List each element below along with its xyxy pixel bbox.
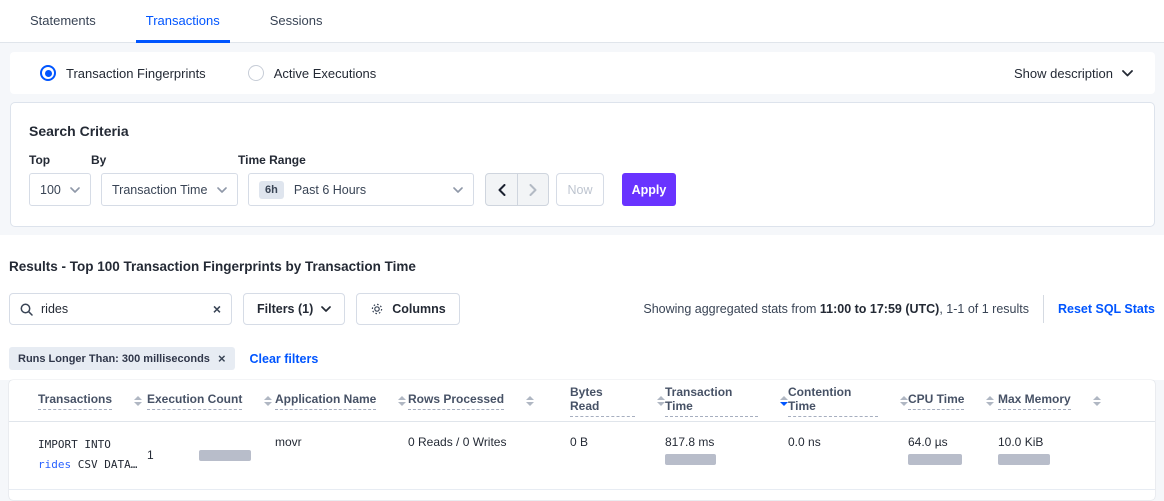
results-section: Results - Top 100 Transaction Fingerprin… xyxy=(0,235,1164,380)
chevron-down-icon xyxy=(1122,70,1133,77)
by-field: By Transaction Time xyxy=(91,153,238,206)
transaction-time-cell: 817.8 ms xyxy=(665,435,788,475)
view-toggle-group: Transaction Fingerprints Active Executio… xyxy=(40,65,418,81)
clear-filters-link[interactable]: Clear filters xyxy=(250,352,319,366)
max-memory-bar xyxy=(998,454,1050,465)
column-header-application-name[interactable]: Application Name xyxy=(275,392,408,410)
filters-band: Transaction Fingerprints Active Executio… xyxy=(0,43,1164,235)
max-memory-cell: 10.0 KiB xyxy=(998,435,1155,475)
tab-statements[interactable]: Statements xyxy=(20,0,106,43)
search-criteria-card: Search Criteria Top 100 By Transaction T… xyxy=(10,102,1155,227)
rows-processed-cell: 0 Reads / 0 Writes xyxy=(408,435,570,475)
gear-icon xyxy=(370,302,384,316)
time-step-buttons xyxy=(485,173,549,206)
filter-pill: Runs Longer Than: 300 milliseconds × xyxy=(9,347,235,370)
sort-icon[interactable] xyxy=(986,396,994,406)
transaction-time-bar xyxy=(665,454,716,465)
transaction-fingerprint-cell[interactable]: IMPORT INTO rides CSV DATA… xyxy=(38,435,147,475)
filters-button-label: Filters (1) xyxy=(257,302,313,316)
divider xyxy=(1043,295,1044,323)
top-tab-bar: Statements Transactions Sessions xyxy=(0,0,1164,43)
bytes-read-cell: 0 B xyxy=(570,435,665,475)
results-search-box[interactable]: × xyxy=(9,293,232,325)
table-header-row: Transactions Execution Count Application… xyxy=(9,380,1155,422)
time-range-select[interactable]: 6h Past 6 Hours xyxy=(248,173,474,206)
column-header-transactions[interactable]: Transactions xyxy=(38,392,147,410)
now-button[interactable]: Now xyxy=(556,173,604,206)
filters-button[interactable]: Filters (1) xyxy=(243,293,345,325)
time-range-label: Time Range xyxy=(238,153,474,167)
reset-sql-stats-link[interactable]: Reset SQL Stats xyxy=(1058,302,1155,316)
column-header-execution-count[interactable]: Execution Count xyxy=(147,392,275,410)
active-filters-row: Runs Longer Than: 300 milliseconds × Cle… xyxy=(9,347,1155,370)
previous-time-button[interactable] xyxy=(486,174,517,205)
transaction-fingerprint-link[interactable]: rides xyxy=(38,458,71,471)
table-card-footer xyxy=(9,490,1155,500)
column-header-bytes-read[interactable]: Bytes Read xyxy=(570,385,665,417)
apply-button[interactable]: Apply xyxy=(622,173,676,206)
sort-icon[interactable] xyxy=(264,396,272,406)
execution-count-bar xyxy=(199,450,251,461)
cpu-time-cell: 64.0 µs xyxy=(908,435,998,475)
sort-desc-icon[interactable] xyxy=(780,396,788,406)
execution-count-cell: 1 xyxy=(147,435,275,475)
columns-button[interactable]: Columns xyxy=(356,293,459,325)
radio-transaction-fingerprints[interactable]: Transaction Fingerprints xyxy=(40,65,206,81)
chevron-down-icon xyxy=(321,306,331,312)
results-heading: Results - Top 100 Transaction Fingerprin… xyxy=(9,259,1155,274)
column-header-rows-processed[interactable]: Rows Processed xyxy=(408,392,570,410)
results-toolbar: × Filters (1) Columns Showing aggregated… xyxy=(9,293,1155,325)
by-select-value: Transaction Time xyxy=(112,183,217,197)
radio-active-executions[interactable]: Active Executions xyxy=(248,65,377,81)
sort-icon[interactable] xyxy=(134,396,142,406)
column-header-cpu-time[interactable]: CPU Time xyxy=(908,392,998,410)
chevron-right-icon xyxy=(529,184,537,196)
tab-sessions[interactable]: Sessions xyxy=(260,0,333,43)
top-select-value: 100 xyxy=(40,183,70,197)
radio-selected-icon[interactable] xyxy=(40,65,56,81)
next-time-button[interactable] xyxy=(517,174,548,205)
radio-label: Transaction Fingerprints xyxy=(66,66,206,81)
results-table-wrap: Transactions Execution Count Application… xyxy=(0,380,1164,501)
radio-unselected-icon[interactable] xyxy=(248,65,264,81)
top-select[interactable]: 100 xyxy=(29,173,91,206)
by-select[interactable]: Transaction Time xyxy=(101,173,238,206)
by-label: By xyxy=(91,153,238,167)
columns-button-label: Columns xyxy=(392,302,445,316)
top-field: Top 100 xyxy=(29,153,91,206)
filter-pill-label: Runs Longer Than: 300 milliseconds xyxy=(18,353,210,365)
column-header-contention-time[interactable]: Contention Time xyxy=(788,385,908,417)
search-icon xyxy=(20,303,33,316)
sort-icon[interactable] xyxy=(526,396,534,406)
view-toggle-card: Transaction Fingerprints Active Executio… xyxy=(10,52,1155,94)
show-description-toggle[interactable]: Show description xyxy=(1014,66,1133,81)
sort-icon[interactable] xyxy=(1093,396,1101,406)
contention-time-cell: 0.0 ns xyxy=(788,435,908,475)
remove-filter-icon[interactable]: × xyxy=(218,352,226,365)
sort-icon[interactable] xyxy=(900,396,908,406)
sort-icon[interactable] xyxy=(398,396,406,406)
chevron-down-icon xyxy=(217,187,227,193)
aggregated-stats-text: Showing aggregated stats from 11:00 to 1… xyxy=(643,302,1029,316)
cpu-time-bar xyxy=(908,454,962,465)
column-header-transaction-time[interactable]: Transaction Time xyxy=(665,385,788,417)
tab-transactions[interactable]: Transactions xyxy=(136,0,230,43)
chevron-left-icon xyxy=(498,184,506,196)
sort-icon[interactable] xyxy=(657,396,665,406)
top-label: Top xyxy=(29,153,91,167)
chevron-down-icon xyxy=(453,187,463,193)
column-header-max-memory[interactable]: Max Memory xyxy=(998,392,1155,410)
radio-label: Active Executions xyxy=(274,66,377,81)
time-range-field: Time Range 6h Past 6 Hours xyxy=(238,153,474,206)
time-range-value: Past 6 Hours xyxy=(294,183,453,197)
search-criteria-title: Search Criteria xyxy=(29,123,1136,139)
time-range-badge: 6h xyxy=(259,181,284,199)
search-input[interactable] xyxy=(41,302,213,316)
chevron-down-icon xyxy=(70,187,80,193)
show-description-label: Show description xyxy=(1014,66,1113,81)
results-table: Transactions Execution Count Application… xyxy=(9,380,1155,500)
clear-search-icon[interactable]: × xyxy=(213,302,221,316)
table-row[interactable]: IMPORT INTO rides CSV DATA… 1 movr 0 Rea… xyxy=(9,422,1155,490)
application-name-cell: movr xyxy=(275,435,408,475)
